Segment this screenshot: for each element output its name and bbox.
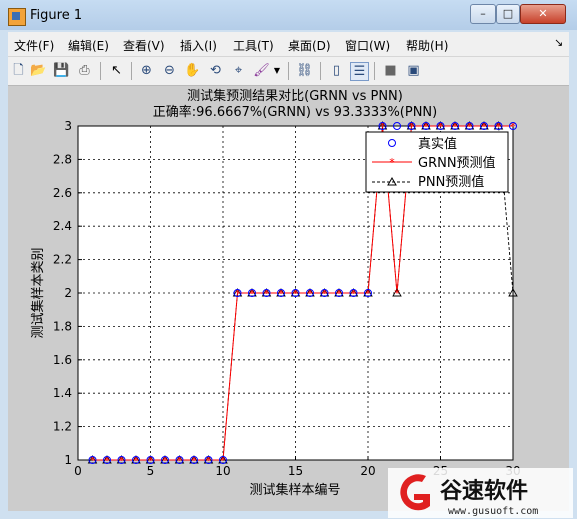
link-plot-icon[interactable]: ⛓ <box>296 62 313 79</box>
legend-marker-grnn: * <box>389 156 395 169</box>
chart-subtitle: 正确率:96.6667%(GRNN) vs 93.3333%(PNN) <box>153 104 437 120</box>
print-icon[interactable]: ⎙ <box>76 62 93 79</box>
figure-window: Figure 1 – □ ✕ 文件(F) 编辑(E) 查看(V) 插入(I) 工… <box>0 0 577 519</box>
grnn-point: * <box>467 120 473 133</box>
legend-label-true: 真实值 <box>418 136 457 152</box>
x-tick-label: 0 <box>74 464 82 478</box>
pan-icon[interactable]: ✋ <box>184 62 201 79</box>
title-bar[interactable]: Figure 1 – □ ✕ <box>0 0 577 30</box>
legend-label-pnn: PNN预测值 <box>418 174 484 190</box>
legend-icon[interactable]: ☰ <box>350 62 369 81</box>
x-axis-label: 测试集样本编号 <box>249 482 340 498</box>
zoom-in-icon[interactable]: ⊕ <box>138 62 155 79</box>
y-tick-label: 2.8 <box>53 152 72 166</box>
grnn-point: * <box>293 287 299 300</box>
gusuoft-watermark: 谷速软件 www.gusuoft.com <box>388 468 573 518</box>
toolbar-separator <box>131 62 132 80</box>
figure-canvas: 05101520253011.21.41.61.822.22.42.62.83 … <box>8 86 569 511</box>
grnn-point: * <box>409 120 415 133</box>
grnn-point: * <box>104 454 110 467</box>
watermark-url: www.gusuoft.com <box>448 506 538 517</box>
grnn-point: * <box>394 287 400 300</box>
watermark-brand: 谷速软件 <box>440 478 528 504</box>
grnn-point: * <box>322 287 328 300</box>
grnn-point: * <box>423 120 429 133</box>
menu-edit[interactable]: 编辑(E) <box>68 37 109 54</box>
y-tick-label: 2.2 <box>53 253 72 267</box>
menu-dock-icon[interactable]: ↘ <box>554 36 563 49</box>
open-file-icon[interactable]: 📂 <box>30 62 47 79</box>
colorbar-icon[interactable]: ▯ <box>328 62 345 79</box>
grnn-point: * <box>264 287 270 300</box>
grnn-point: * <box>438 120 444 133</box>
close-button[interactable]: ✕ <box>520 4 566 24</box>
grnn-point: * <box>235 287 241 300</box>
toolbar-separator <box>320 62 321 80</box>
menu-view[interactable]: 查看(V) <box>123 37 165 54</box>
grnn-point: * <box>206 454 212 467</box>
grnn-point: * <box>481 120 487 133</box>
brush-dropdown-icon[interactable]: ▼ <box>272 62 282 79</box>
y-tick-label: 1 <box>64 453 72 467</box>
grnn-point: * <box>162 454 168 467</box>
minimize-button[interactable]: – <box>470 4 496 24</box>
y-tick-label: 1.6 <box>53 353 72 367</box>
hide-plot-tools-icon[interactable]: ■ <box>382 62 399 79</box>
matlab-icon <box>8 8 26 26</box>
grnn-point: * <box>148 454 154 467</box>
figure-toolbar: 🗋 📂 💾 ⎙ ↖ ⊕ ⊖ ✋ ⟲ ⌖ 🖌 ▼ ⛓ ▯ ☰ ■ ▣ <box>8 57 569 86</box>
show-plot-tools-icon[interactable]: ▣ <box>405 62 422 79</box>
y-tick-label: 1.2 <box>53 420 72 434</box>
grnn-point: * <box>191 454 197 467</box>
grnn-point: * <box>380 120 386 133</box>
toolbar-separator <box>100 62 101 80</box>
grnn-point: * <box>336 287 342 300</box>
toolbar-separator <box>288 62 289 80</box>
zoom-out-icon[interactable]: ⊖ <box>161 62 178 79</box>
chart-title: 测试集预测结果对比(GRNN vs PNN) <box>187 88 403 104</box>
y-tick-label: 2.6 <box>53 186 72 200</box>
menu-file[interactable]: 文件(F) <box>14 37 54 54</box>
legend[interactable]: 真实值 * GRNN预测值 PNN预测值 <box>365 131 509 193</box>
grnn-point: * <box>510 120 516 133</box>
grnn-point: * <box>177 454 183 467</box>
menu-help[interactable]: 帮助(H) <box>406 37 448 54</box>
grnn-point: * <box>249 287 255 300</box>
menu-bar: 文件(F) 编辑(E) 查看(V) 插入(I) 工具(T) 桌面(D) 窗口(W… <box>8 32 569 57</box>
y-tick-label: 2.4 <box>53 219 72 233</box>
menu-desktop[interactable]: 桌面(D) <box>288 37 331 54</box>
legend-label-grnn: GRNN预测值 <box>418 155 496 171</box>
pointer-icon[interactable]: ↖ <box>108 62 125 79</box>
y-tick-label: 2 <box>64 286 72 300</box>
grnn-point: * <box>133 454 139 467</box>
y-tick-label: 1.4 <box>53 386 72 400</box>
x-tick-label: 15 <box>288 464 303 478</box>
save-icon[interactable]: 💾 <box>53 62 70 79</box>
maximize-button[interactable]: □ <box>496 4 520 24</box>
grnn-point: * <box>307 287 313 300</box>
menu-window[interactable]: 窗口(W) <box>345 37 390 54</box>
x-tick-label: 20 <box>360 464 375 478</box>
menu-tools[interactable]: 工具(T) <box>233 37 274 54</box>
brush-icon[interactable]: 🖌 <box>253 62 270 79</box>
grnn-point: * <box>496 120 502 133</box>
menu-insert[interactable]: 插入(I) <box>180 37 217 54</box>
grnn-point: * <box>351 287 357 300</box>
y-tick-label: 1.8 <box>53 319 72 333</box>
grnn-point: * <box>220 454 226 467</box>
rotate-3d-icon[interactable]: ⟲ <box>207 62 224 79</box>
window-title: Figure 1 <box>30 8 83 23</box>
grnn-point: * <box>90 454 96 467</box>
grnn-point: * <box>365 287 371 300</box>
grnn-point: * <box>119 454 125 467</box>
grnn-point: * <box>452 120 458 133</box>
y-tick-label: 3 <box>64 119 72 133</box>
grnn-point: * <box>278 287 284 300</box>
data-cursor-icon[interactable]: ⌖ <box>230 62 247 79</box>
y-axis-label: 测试集样本类别 <box>30 247 46 338</box>
new-figure-icon[interactable]: 🗋 <box>10 62 27 79</box>
chart-svg: 05101520253011.21.41.61.822.22.42.62.83 … <box>30 88 521 498</box>
toolbar-separator <box>374 62 375 80</box>
